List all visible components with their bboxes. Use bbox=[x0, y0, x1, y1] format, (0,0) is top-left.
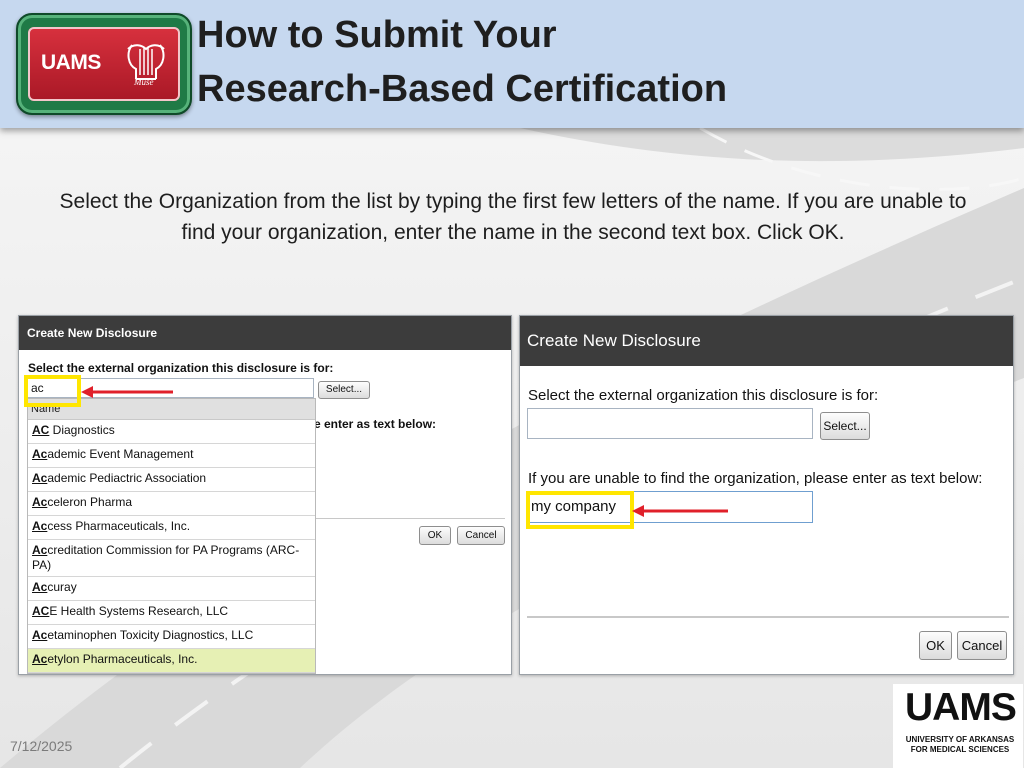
uams-muse-logo: UAMS Muse bbox=[16, 13, 192, 115]
list-item-selected[interactable]: Acetylon Pharmaceuticals, Inc. bbox=[28, 649, 315, 673]
org-label: Select the external organization this di… bbox=[28, 361, 334, 375]
cancel-button[interactable]: Cancel bbox=[457, 526, 505, 545]
instruction-text: Select the Organization from the list by… bbox=[59, 190, 967, 244]
ok-button[interactable]: OK bbox=[919, 631, 952, 660]
uams-logo-text: UAMS bbox=[905, 686, 1017, 729]
list-item[interactable]: ACE Health Systems Research, LLC bbox=[28, 601, 315, 625]
cancel-button[interactable]: Cancel bbox=[957, 631, 1007, 660]
select-button[interactable]: Select... bbox=[820, 412, 870, 440]
slide-title-line-2: Research-Based Certification bbox=[197, 68, 728, 110]
search-highlight-box bbox=[24, 375, 81, 407]
uams-subtitle: UNIVERSITY OF ARKANSAS FOR MEDICAL SCIEN… bbox=[905, 735, 1015, 754]
list-item[interactable]: Acetaminophen Toxicity Diagnostics, LLC bbox=[28, 625, 315, 649]
list-item[interactable]: AC Diagnostics bbox=[28, 420, 315, 444]
ok-button[interactable]: OK bbox=[419, 526, 451, 545]
dialog-title: Create New Disclosure bbox=[520, 316, 1013, 366]
text-highlight-box bbox=[526, 491, 634, 529]
org-dropdown-list: Name AC Diagnostics Academic Event Manag… bbox=[27, 398, 316, 674]
slide-header: UAMS Muse How to Submit Your Research-Ba… bbox=[0, 0, 1024, 128]
text-label: If you are unable to find the organizati… bbox=[528, 470, 983, 487]
select-button[interactable]: Select... bbox=[318, 381, 370, 399]
red-arrow-icon bbox=[632, 505, 728, 517]
left-screenshot: Create New Disclosure Select the externa… bbox=[18, 315, 512, 675]
red-arrow-icon bbox=[81, 386, 173, 398]
text-label-fragment: e enter as text below: bbox=[314, 417, 437, 431]
list-item[interactable]: Acceleron Pharma bbox=[28, 492, 315, 516]
logo-text: UAMS bbox=[41, 51, 101, 74]
org-input[interactable] bbox=[527, 408, 813, 439]
org-label: Select the external organization this di… bbox=[528, 387, 879, 404]
slide-date: 7/12/2025 bbox=[10, 738, 73, 754]
list-item[interactable]: Academic Pediactric Association bbox=[28, 468, 315, 492]
uams-footer-logo: UAMS UNIVERSITY OF ARKANSAS FOR MEDICAL … bbox=[893, 684, 1023, 768]
list-item[interactable]: Accuray bbox=[28, 577, 315, 601]
slide-title-line-1: How to Submit Your bbox=[197, 14, 557, 56]
dialog-title: Create New Disclosure bbox=[19, 316, 511, 350]
right-screenshot: Create New Disclosure Select the externa… bbox=[519, 315, 1014, 675]
list-item[interactable]: Access Pharmaceuticals, Inc. bbox=[28, 516, 315, 540]
logo-muse-label: Muse bbox=[134, 77, 154, 87]
list-item[interactable]: Academic Event Management bbox=[28, 444, 315, 468]
list-item[interactable]: Accreditation Commission for PA Programs… bbox=[28, 540, 315, 577]
